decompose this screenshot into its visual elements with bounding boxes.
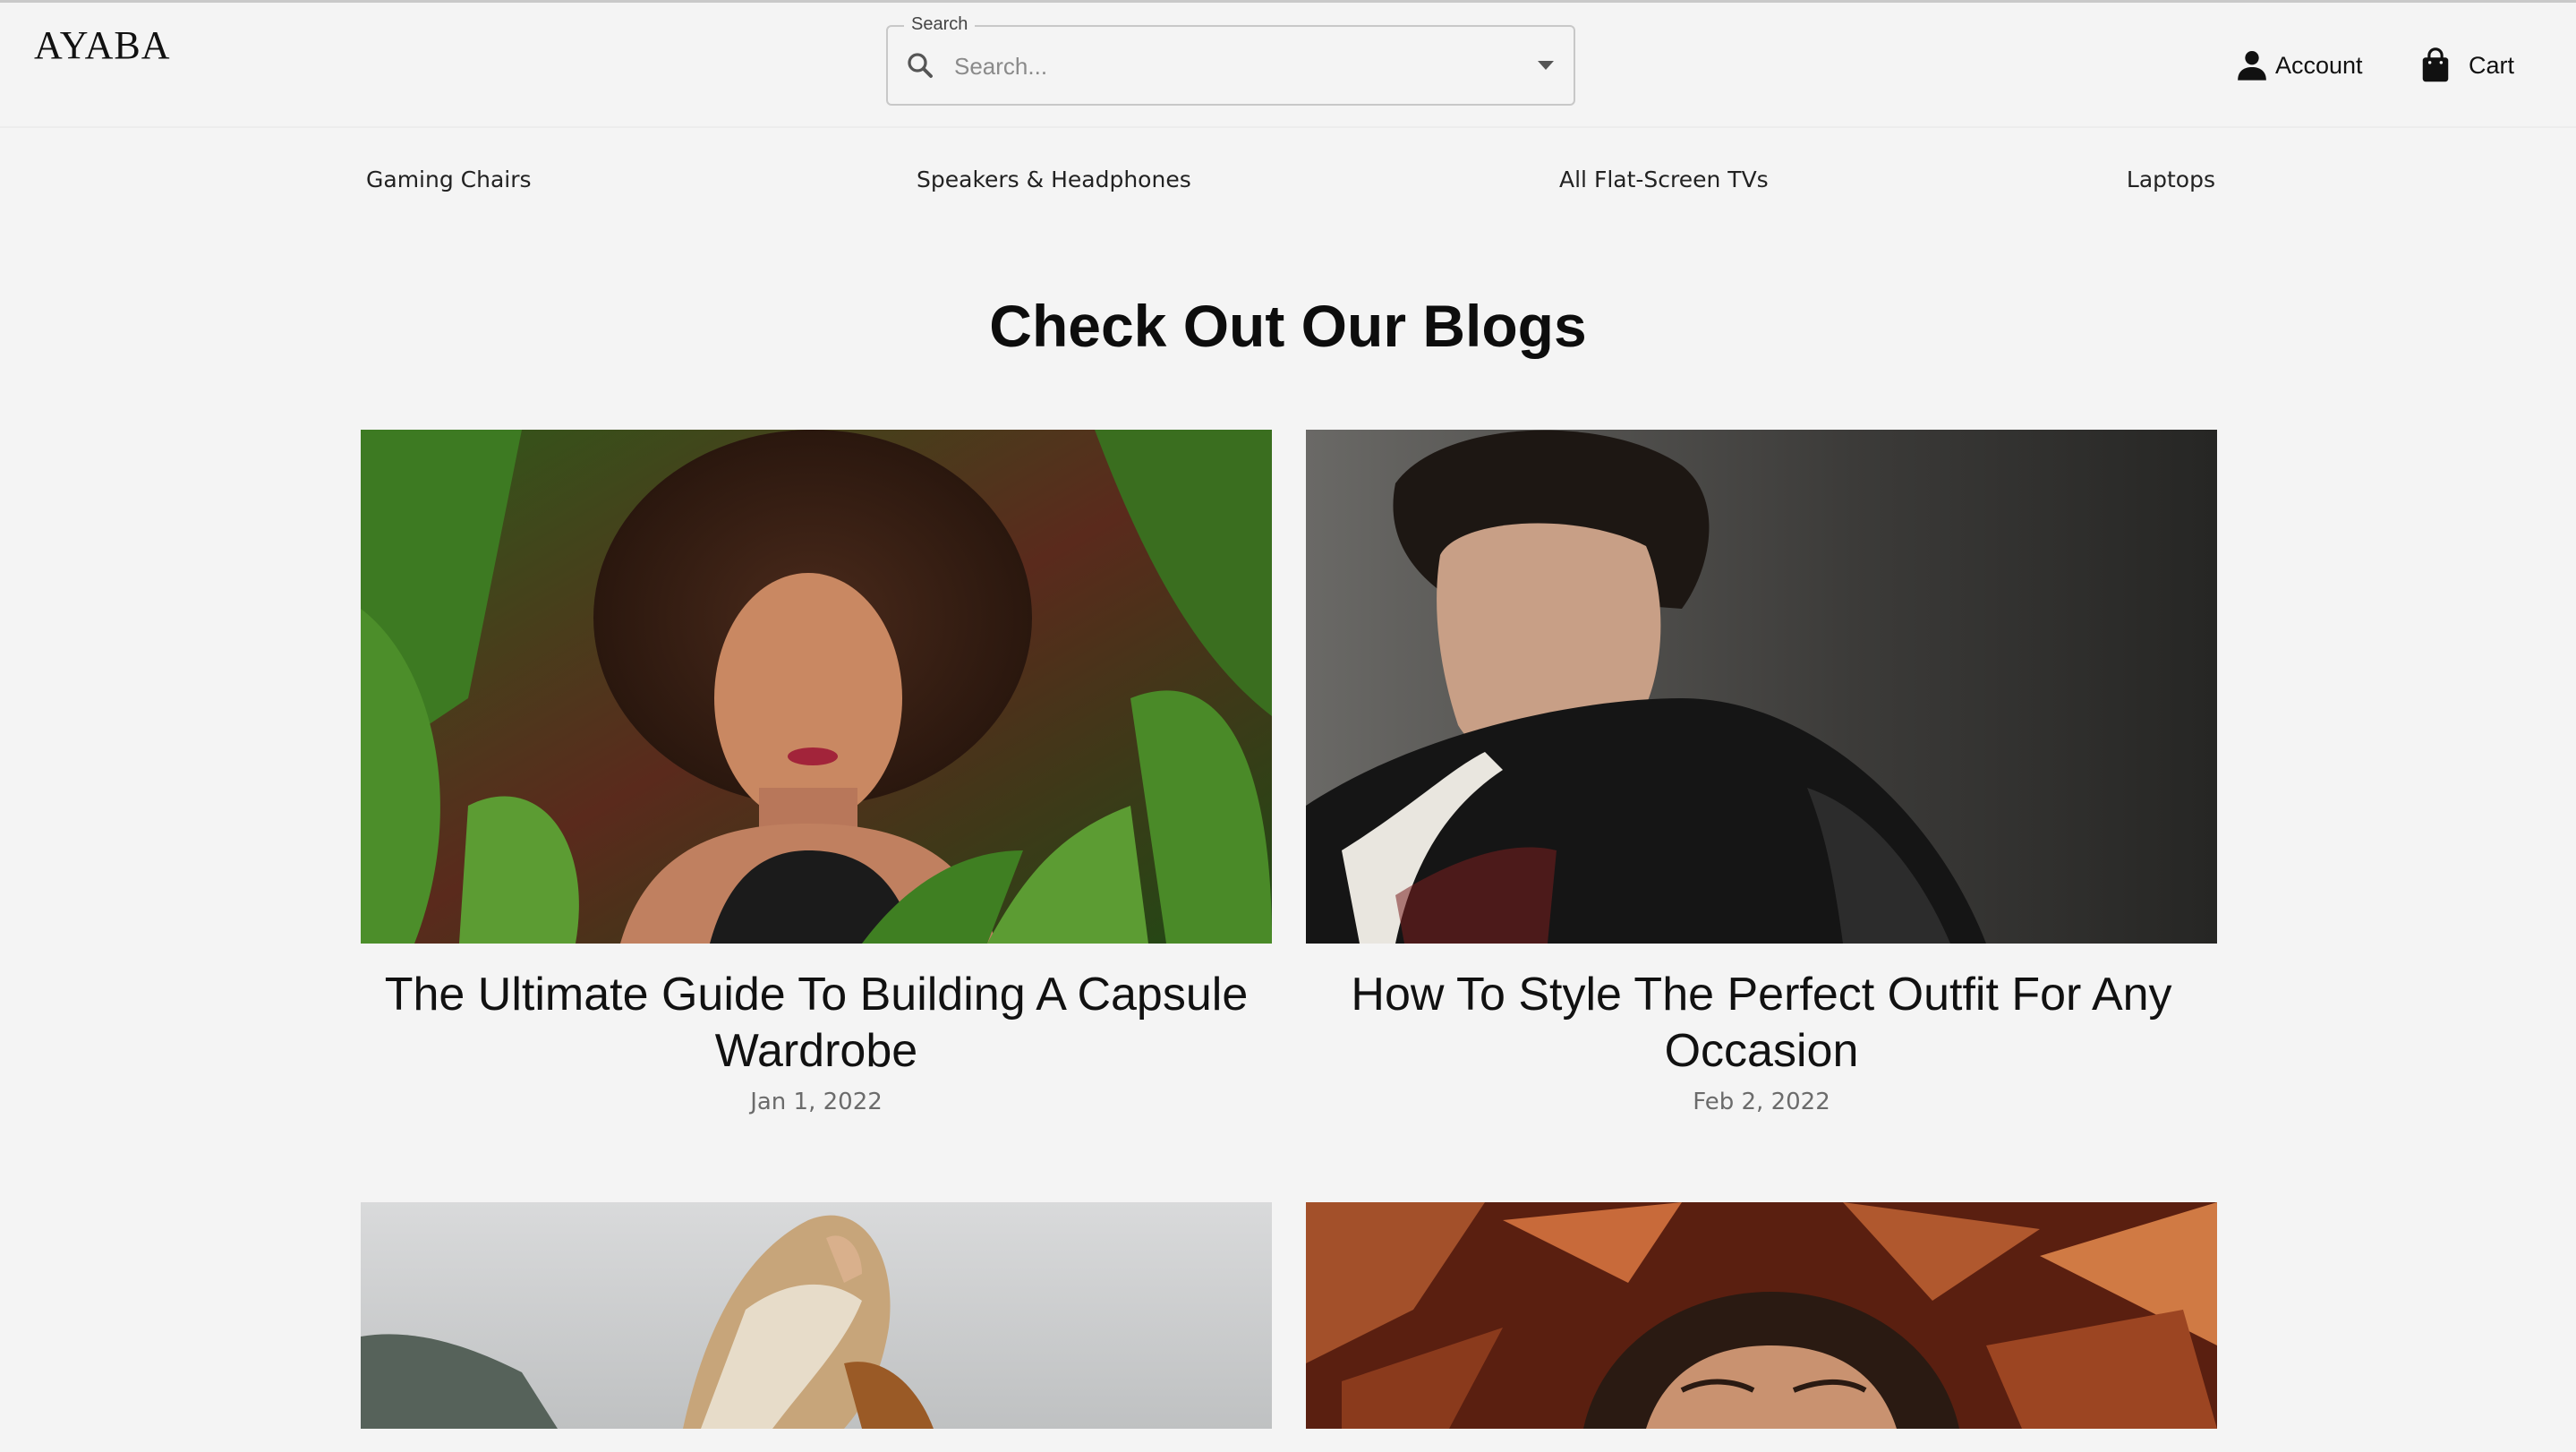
chevron-down-icon[interactable] xyxy=(1538,61,1554,70)
search-icon xyxy=(908,53,933,78)
blog-card[interactable]: How To Style The Perfect Outfit For Any … xyxy=(1306,430,2217,1115)
blog-image[interactable] xyxy=(361,430,1272,944)
section-heading: Check Out Our Blogs xyxy=(989,293,1587,359)
blog-image[interactable] xyxy=(1306,430,2217,944)
blog-title[interactable]: The Ultimate Guide To Building A Capsule… xyxy=(361,967,1272,1080)
logo[interactable]: AYABA xyxy=(34,22,171,68)
shopping-bag-icon xyxy=(2422,47,2449,82)
account-label: Account xyxy=(2275,51,2363,79)
search-input[interactable] xyxy=(952,47,1493,86)
account-button[interactable]: Account xyxy=(2234,46,2363,85)
blog-date: Feb 2, 2022 xyxy=(1693,1089,1830,1115)
nav-item-speakers-headphones[interactable]: Speakers & Headphones xyxy=(917,167,1191,192)
nav-item-laptops[interactable]: Laptops xyxy=(2127,167,2215,192)
blog-card[interactable] xyxy=(361,1202,1272,1452)
nav-item-gaming-chairs[interactable]: Gaming Chairs xyxy=(366,167,532,192)
blog-card[interactable]: The Ultimate Guide To Building A Capsule… xyxy=(361,430,1272,1115)
blog-image[interactable] xyxy=(361,1202,1272,1429)
blog-card[interactable] xyxy=(1306,1202,2217,1452)
face-in-leaves-image xyxy=(1306,1202,2217,1429)
person-icon xyxy=(2238,51,2266,81)
category-nav: Gaming Chairs Speakers & Headphones All … xyxy=(0,167,2576,202)
blog-image[interactable] xyxy=(1306,1202,2217,1429)
blog-date: Jan 1, 2022 xyxy=(750,1089,883,1115)
nav-item-flat-screen-tvs[interactable]: All Flat-Screen TVs xyxy=(1559,167,1769,192)
man-portrait-image xyxy=(1306,430,2217,944)
woman-outdoor-image xyxy=(361,1202,1272,1429)
site-header: AYABA Search Account Cart xyxy=(0,3,2576,128)
blog-title[interactable]: How To Style The Perfect Outfit For Any … xyxy=(1306,967,2217,1080)
woman-portrait-image xyxy=(361,430,1272,944)
search-field[interactable]: Search xyxy=(886,14,1575,106)
search-legend: Search xyxy=(904,14,976,35)
cart-label: Cart xyxy=(2469,51,2515,79)
cart-button[interactable]: Cart xyxy=(2418,46,2514,85)
